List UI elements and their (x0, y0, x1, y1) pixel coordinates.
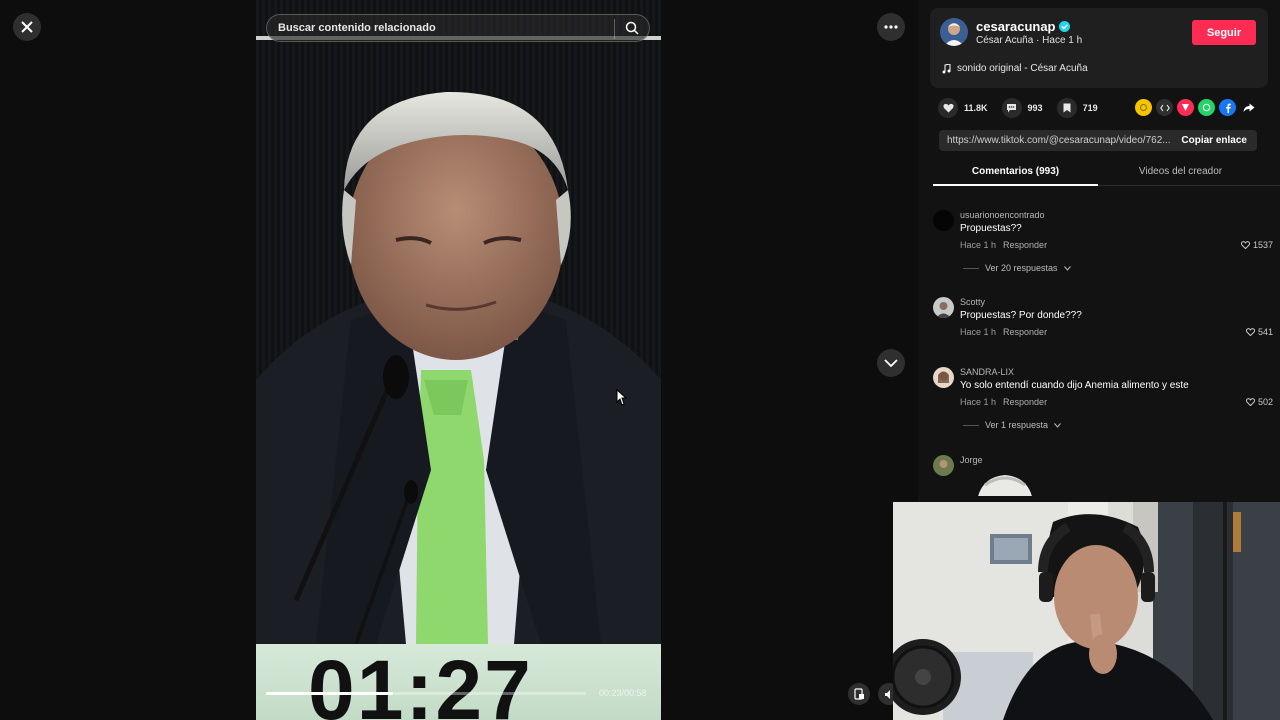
music-link[interactable]: sonido original - César Acuña (942, 63, 1088, 74)
share-arrow-icon[interactable] (1240, 99, 1257, 116)
more-options-icon (884, 25, 898, 29)
timer-scoreboard: 01:27 (256, 644, 661, 720)
video-progress-fill (266, 692, 394, 695)
comment-image[interactable] (973, 471, 1037, 496)
comment-like-button[interactable]: 1537 (1240, 240, 1273, 250)
author-display-name: César Acuña (976, 35, 1034, 46)
chevron-down-icon (884, 359, 898, 367)
close-icon (21, 21, 33, 33)
send-icon[interactable] (1177, 99, 1194, 116)
comment-time: Hace 1 h (960, 240, 997, 250)
search-divider (614, 19, 615, 39)
heart-icon (942, 103, 954, 113)
comment-avatar[interactable] (933, 367, 954, 388)
facebook-icon[interactable] (1219, 99, 1236, 116)
comment-time: Hace 1 h (960, 327, 997, 337)
tab-creator-videos[interactable]: Videos del creador (1098, 166, 1263, 177)
more-options-button[interactable] (877, 13, 905, 41)
comment-text: Propuestas?? (960, 223, 1022, 234)
heart-outline-icon (1240, 241, 1250, 249)
music-title: sonido original - César Acuña (957, 63, 1088, 74)
chevron-down-icon (1054, 422, 1061, 428)
tab-comments[interactable]: Comentarios (993) (933, 166, 1098, 177)
video-link-box: https://www.tiktok.com/@cesaracunap/vide… (939, 130, 1257, 151)
view-replies-label: Ver 20 respuestas (985, 263, 1058, 273)
comment-like-count: 502 (1257, 397, 1273, 407)
comment-like-button[interactable]: 541 (1245, 327, 1273, 337)
comment-username[interactable]: usuarionoencontrado (960, 210, 1045, 220)
comment-text: Propuestas? Por donde??? (960, 310, 1082, 321)
coin-icon[interactable] (1135, 99, 1152, 116)
comment-like-count: 1537 (1252, 240, 1273, 250)
reply-button[interactable]: Responder (1003, 327, 1047, 337)
heart-outline-icon (1245, 328, 1255, 336)
webcam-overlay (893, 502, 1280, 720)
author-card: cesaracunap César Acuña · Hace 1 h Segui… (930, 8, 1268, 88)
comment-button[interactable]: 993 (1001, 98, 1043, 118)
view-replies-label: Ver 1 respuesta (985, 420, 1049, 430)
music-note-icon (942, 63, 951, 73)
comment-avatar[interactable] (933, 210, 954, 231)
comment-meta: Hace 1 h Responder (960, 327, 1047, 337)
comment-text: Yo solo entendí cuando dijo Anemia alime… (960, 380, 1189, 391)
like-button[interactable]: 11.8K (938, 98, 988, 118)
close-button[interactable] (13, 13, 41, 41)
video-frame (256, 91, 661, 644)
comment-time: Hace 1 h (960, 397, 997, 407)
reply-button[interactable]: Responder (1003, 240, 1047, 250)
author-handle-text: cesaracunap (976, 19, 1056, 34)
comment-like-button[interactable]: 502 (1245, 397, 1273, 407)
comment-list: usuarionoencontrado Propuestas?? Hace 1 … (918, 196, 1280, 496)
comment-icon (1007, 104, 1017, 113)
scoreboard-time: 01:27 (308, 644, 533, 720)
verified-badge-icon (1058, 21, 1070, 32)
follow-button[interactable]: Seguir (1192, 20, 1256, 45)
video-url[interactable]: https://www.tiktok.com/@cesaracunap/vide… (947, 135, 1171, 146)
comment-meta: Hace 1 h Responder (960, 240, 1047, 250)
video-player[interactable]: Buscar contenido relacionado 01:27 00:23… (256, 0, 661, 720)
panel-tabs: Comentarios (993) Videos del creador (933, 160, 1280, 186)
comment-username[interactable]: SANDRA-LIX (960, 367, 1014, 377)
like-count: 11.8K (964, 103, 988, 113)
comment-username[interactable]: Jorge (960, 455, 983, 465)
comment-count: 993 (1027, 103, 1043, 113)
webcam-video (893, 502, 1280, 720)
floating-player-icon (853, 688, 864, 700)
embed-icon[interactable] (1156, 99, 1173, 116)
post-time: Hace 1 h (1042, 35, 1083, 46)
mouse-cursor-icon (616, 389, 627, 406)
related-search-bar[interactable]: Buscar contenido relacionado (266, 14, 650, 42)
search-icon[interactable] (625, 21, 639, 35)
comment-like-count: 541 (1257, 327, 1273, 337)
video-progress-bar[interactable] (266, 692, 586, 695)
next-video-button[interactable] (877, 349, 905, 377)
reply-button[interactable]: Responder (1003, 397, 1047, 407)
save-count: 719 (1082, 103, 1098, 113)
action-bar: 11.8K 993 719 (938, 97, 1112, 119)
copy-link-button[interactable]: Copiar enlace (1181, 135, 1247, 146)
active-tab-indicator (933, 184, 1098, 186)
comment-avatar[interactable] (933, 297, 954, 318)
view-replies-button[interactable]: Ver 1 respuesta (963, 420, 1061, 430)
pip-button[interactable] (848, 683, 870, 705)
heart-outline-icon (1245, 398, 1255, 406)
search-placeholder: Buscar contenido relacionado (278, 22, 436, 34)
comment-username[interactable]: Scotty (960, 297, 985, 307)
author-subtitle: César Acuña · Hace 1 h (976, 35, 1083, 46)
author-avatar[interactable] (940, 18, 968, 46)
whatsapp-icon[interactable] (1198, 99, 1215, 116)
comment-avatar[interactable] (933, 455, 954, 476)
comment-meta: Hace 1 h Responder (960, 397, 1047, 407)
share-icons (1135, 99, 1257, 116)
playback-time: 00:23/00:58 (599, 688, 647, 698)
chevron-down-icon (1063, 265, 1071, 271)
save-button[interactable]: 719 (1056, 98, 1098, 118)
bookmark-icon (1063, 103, 1071, 113)
author-handle[interactable]: cesaracunap (976, 19, 1070, 34)
view-replies-button[interactable]: Ver 20 respuestas (963, 263, 1071, 273)
video-viewer: Buscar contenido relacionado 01:27 00:23… (0, 0, 918, 720)
